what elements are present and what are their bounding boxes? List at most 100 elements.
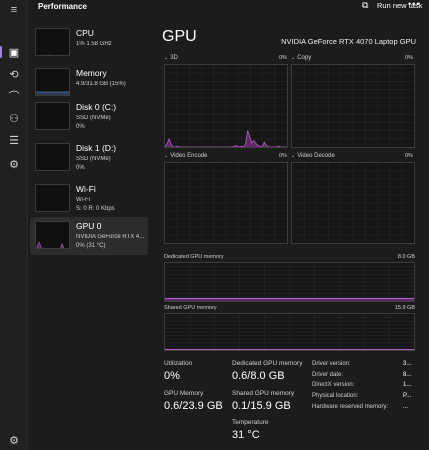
performance-icon[interactable]: ▣: [0, 42, 28, 62]
graph-video-encode: [164, 162, 288, 244]
graph-copy: [291, 64, 415, 148]
card-name: Disk 1 (D:): [76, 143, 117, 153]
resource-card-cpu[interactable]: CPU 1% 1.58 GHz: [30, 24, 148, 62]
gpu-panel: GPU NVIDIA GeForce RTX 4070 Laptop GPU ⌄…: [150, 0, 429, 450]
stat-label: Dedicated GPU memory: [232, 360, 303, 367]
property-row: Hardware reserved memory: ...: [312, 404, 428, 415]
card-detail-2: S: 0 R: 0 Kbps: [76, 206, 115, 212]
stat-value: 0.6/23.9 GB: [164, 400, 223, 412]
shared-memory-fill: [165, 349, 414, 350]
graph-video-decode: [291, 162, 415, 244]
property-value: P...: [403, 393, 412, 400]
card-detail: NVIDIA GeForce RTX 4...: [76, 234, 145, 240]
resource-card-wifi[interactable]: Wi-Fi Wi-Fi S: 0 R: 0 Kbps: [30, 180, 148, 218]
property-value: ...: [403, 403, 409, 410]
graph-selector-video-encode[interactable]: ⌄ Video Encode: [164, 153, 207, 159]
details-icon[interactable]: ☰: [0, 130, 28, 150]
graph-label: Copy: [297, 55, 312, 61]
page-title: Performance: [38, 2, 87, 11]
settings-icon[interactable]: ⚙: [0, 430, 28, 450]
shared-memory-stat: Shared GPU memory 0.1/15.9 GB: [232, 390, 294, 412]
stat-label: Utilization: [164, 360, 193, 367]
property-value: 3...: [403, 361, 412, 367]
grid-dedicated: [165, 263, 414, 301]
card-detail-2: 0%: [76, 165, 85, 171]
card-detail: Wi-Fi: [76, 197, 90, 203]
wifi-thumbnail: [35, 184, 70, 212]
history-icon[interactable]: ⟲: [0, 64, 28, 84]
cpu-thumbnail: [35, 28, 70, 56]
graph-selector-copy[interactable]: ⌄ Copy: [291, 55, 311, 61]
graph-pct: 0%: [279, 153, 287, 159]
card-name: Wi-Fi: [76, 184, 96, 194]
graph-label: Video Decode: [297, 153, 335, 159]
chevron-down-icon: ⌄: [164, 153, 169, 159]
hamburger-icon[interactable]: ≡: [0, 0, 28, 20]
grid-shared: [165, 314, 414, 350]
property-key: Hardware reserved memory:: [312, 403, 389, 410]
chevron-down-icon: ⌄: [291, 153, 296, 159]
property-key: DirectX version:: [312, 382, 355, 389]
graph-selector-3d[interactable]: ⌄ 3D: [164, 55, 178, 61]
gpu-model-name: NVIDIA GeForce RTX 4070 Laptop GPU: [281, 37, 416, 46]
shared-memory-max: 15.9 GB: [394, 305, 415, 311]
dedicated-memory-max: 8.0 GB: [397, 254, 415, 260]
dedicated-memory-label: Dedicated GPU memory: [164, 254, 224, 260]
grid-copy: [292, 65, 414, 147]
stat-value: 0.6/8.0 GB: [232, 370, 285, 382]
services-icon[interactable]: ⚙: [0, 154, 28, 174]
gpu-thumbnail: [35, 221, 70, 249]
dedicated-memory-fill: [165, 298, 414, 301]
card-name: Disk 0 (C:): [76, 102, 117, 112]
gpu-heading: GPU: [162, 28, 197, 45]
chart-3d-svg: [165, 65, 287, 147]
grid-video-encode: [165, 163, 287, 243]
graph-label: 3D: [170, 55, 178, 61]
stat-label: Shared GPU memory: [232, 390, 295, 397]
chevron-down-icon: ⌄: [291, 55, 296, 61]
graph-pct: 0%: [279, 55, 287, 61]
card-detail: SSD (NVMe): [76, 115, 111, 121]
card-detail-2: 0%: [76, 124, 85, 130]
shared-memory-label: Shared GPU memory: [164, 305, 217, 311]
property-key: Driver date:: [312, 371, 344, 378]
resource-card-disk-1[interactable]: Disk 1 (D:) SSD (NVMe) 0%: [30, 139, 148, 177]
dedicated-memory-graph: [164, 262, 415, 302]
graph-label: Video Encode: [170, 153, 208, 159]
stat-label: GPU Memory: [164, 390, 204, 397]
temperature-stat: Temperature 31 °C: [232, 419, 269, 441]
card-detail-2: 0% (31 °C): [76, 243, 106, 249]
property-value: 8...: [403, 371, 412, 378]
card-name: Memory: [76, 68, 107, 78]
dedicated-memory-stat: Dedicated GPU memory 0.6/8.0 GB: [232, 360, 302, 382]
card-name: CPU: [76, 28, 94, 38]
disk-1-thumbnail: [35, 143, 70, 171]
graph-selector-video-decode[interactable]: ⌄ Video Decode: [291, 153, 335, 159]
gpu-properties: Driver version: 3... Driver date: 8... D…: [312, 361, 428, 414]
graph-pct: 0%: [405, 55, 413, 61]
chevron-down-icon: ⌄: [164, 55, 169, 61]
property-value: 1...: [403, 382, 412, 389]
graph-pct: 0%: [405, 153, 413, 159]
users-icon[interactable]: ⚇: [0, 108, 28, 128]
utilization-stat: Utilization 0%: [164, 360, 192, 382]
stat-value: 0.1/15.9 GB: [232, 400, 291, 412]
card-detail: 1% 1.58 GHz: [76, 41, 112, 47]
card-detail: 4.9/31.8 GB (15%): [76, 81, 126, 87]
gpu-memory-stat: GPU Memory 0.6/23.9 GB: [164, 390, 223, 412]
nav-rail: ≡ ▣ ⟲ ⌒ ⚇ ☰ ⚙ ⚙: [0, 0, 28, 450]
resource-card-memory[interactable]: Memory 4.9/31.8 GB (15%): [30, 64, 148, 102]
disk-0-thumbnail: [35, 102, 70, 130]
resource-card-gpu-0[interactable]: GPU 0 NVIDIA GeForce RTX 4... 0% (31 °C): [30, 217, 148, 255]
property-row: DirectX version: 1...: [312, 382, 428, 393]
card-name: GPU 0: [76, 221, 102, 231]
resource-card-disk-0[interactable]: Disk 0 (C:) SSD (NVMe) 0%: [30, 98, 148, 136]
stat-value: 0%: [164, 370, 180, 382]
card-detail: SSD (NVMe): [76, 156, 111, 162]
startup-icon[interactable]: ⌒: [0, 86, 28, 106]
memory-thumbnail: [35, 68, 70, 96]
grid-video-decode: [292, 163, 414, 243]
graph-3d: [164, 64, 288, 148]
property-row: Driver version: 3...: [312, 361, 428, 372]
property-row: Driver date: 8...: [312, 372, 428, 383]
